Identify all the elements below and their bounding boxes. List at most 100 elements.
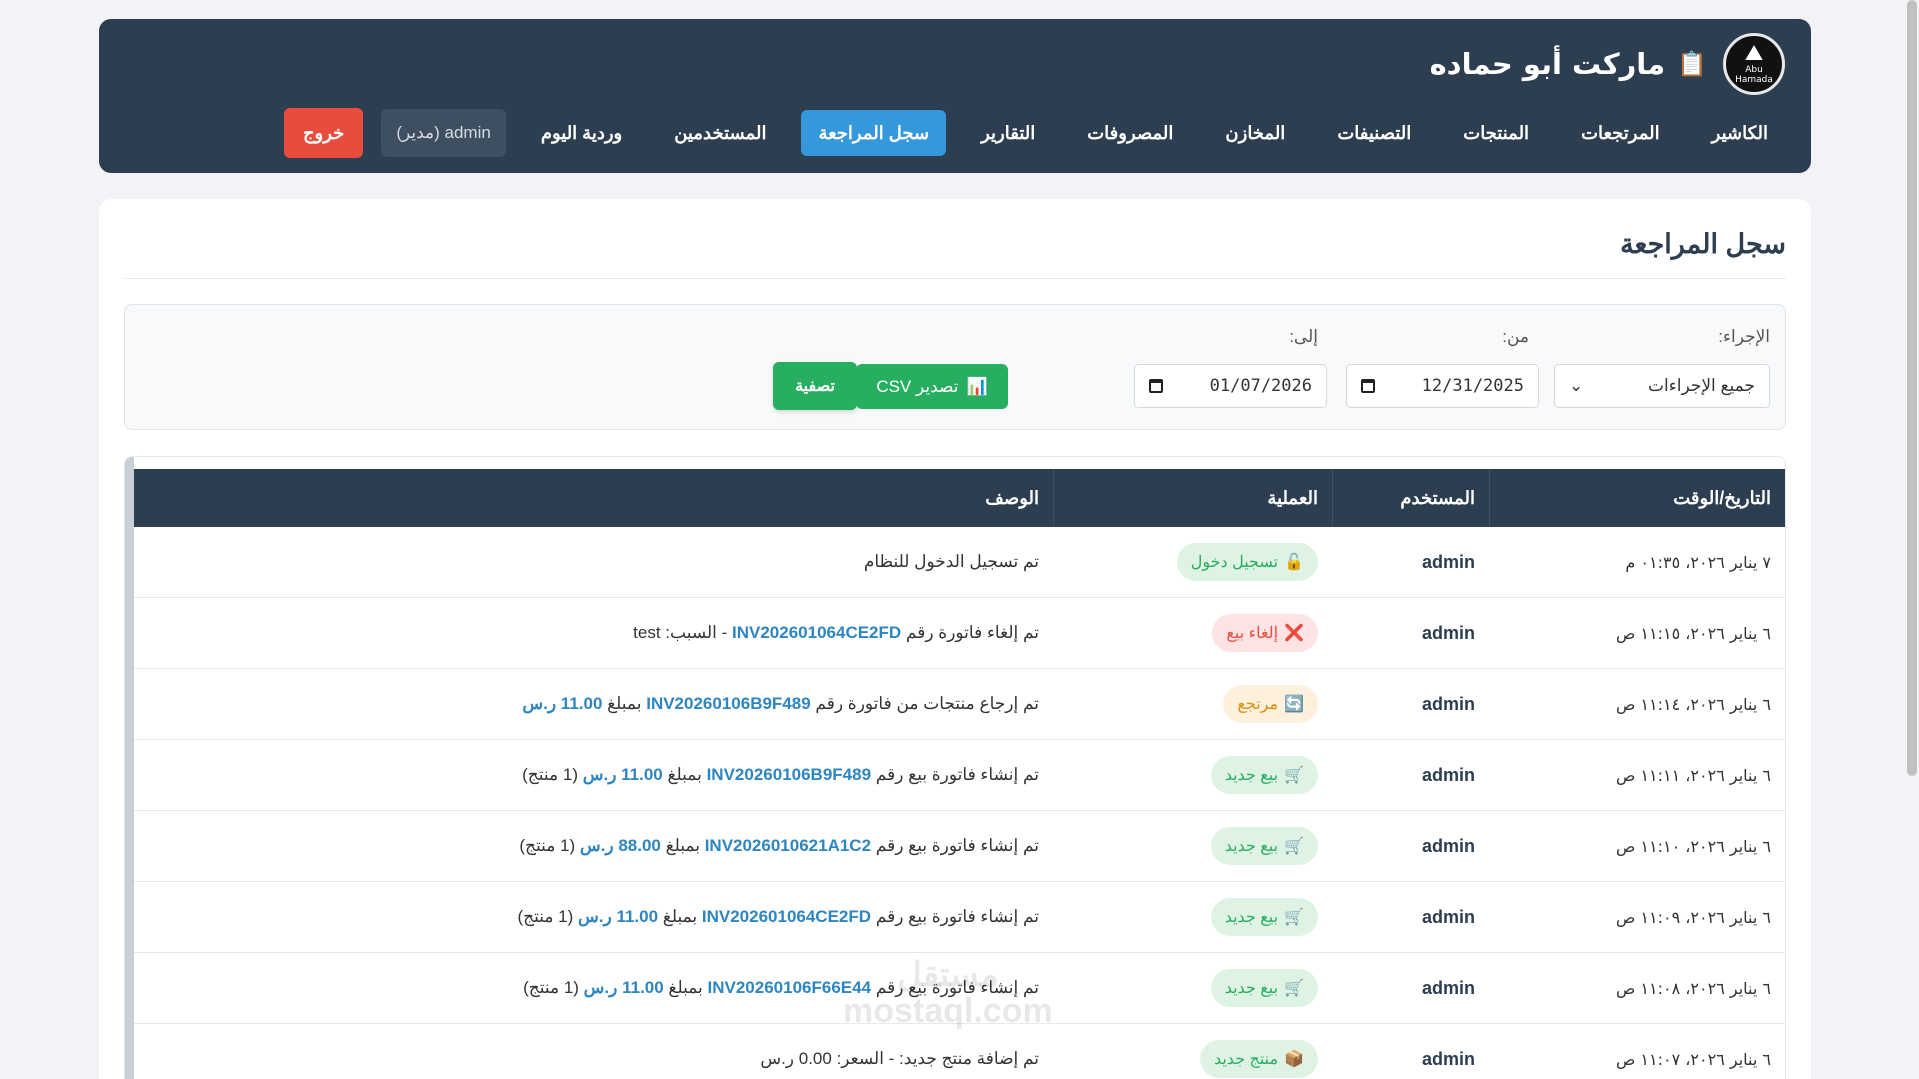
cart-icon: 🛒 [1284, 838, 1304, 855]
description-highlight[interactable]: 11.00 ر.س [583, 765, 663, 785]
cell-datetime: ٦ يناير ٢٠٢٦، ١١:١٥ ص [1615, 623, 1771, 643]
cell-user: admin [1421, 1048, 1475, 1069]
calendar-icon[interactable] [1149, 379, 1163, 393]
logo-emblem-icon: ⛰ [1744, 41, 1764, 67]
cell-action: ❌ إلغاء بيع [1053, 598, 1332, 668]
description-highlight[interactable]: INV20260106B9F489 [707, 765, 871, 785]
header-description[interactable]: الوصف [134, 469, 1053, 527]
audit-log-card: سجل المراجعة الإجراء: جميع الإجراءات ⌄ م… [99, 199, 1811, 1079]
calendar-icon[interactable] [1361, 379, 1375, 393]
page-scrollbar[interactable] [1907, 0, 1917, 776]
action-badge: 🛒 بيع جديد [1210, 827, 1318, 865]
cell-action: 🔓 تسجيل دخول [1053, 527, 1332, 597]
action-filter-select[interactable]: جميع الإجراءات ⌄ [1554, 364, 1770, 408]
table-row[interactable]: ٦ يناير ٢٠٢٦، ١١:١٠ ص admin 🛒 بيع جديد تم إن… [134, 811, 1785, 882]
action-filter-value: جميع الإجراءات [1648, 376, 1755, 395]
action-badge-label: تسجيل دخول [1190, 554, 1279, 571]
cell-description: تم إنشاء فاتورة بيع رقم INV20260106B9F48… [134, 740, 1053, 810]
description-highlight[interactable]: INV2026010621A1C2 [705, 836, 871, 856]
divider [124, 278, 1786, 279]
to-date-input[interactable]: 01/07/2026 [1134, 364, 1327, 408]
description-highlight[interactable]: INV20260106B9F489 [646, 694, 810, 714]
filter-button[interactable]: تصفية [773, 362, 857, 410]
nav-item-reports[interactable]: التقارير [964, 110, 1052, 156]
header-datetime[interactable]: التاريخ/الوقت [1489, 469, 1785, 527]
description-text: تم تسجيل الدخول للنظام [863, 552, 1039, 571]
description-text: تم إنشاء فاتورة بيع رقم [871, 765, 1039, 784]
nav-item-warehouses[interactable]: المخازن [1208, 110, 1302, 156]
description-text: تم إلغاء فاتورة رقم [901, 623, 1039, 642]
nav-item-expenses[interactable]: المصروفات [1070, 110, 1190, 156]
app-title: ماركت أبو حماده [1429, 47, 1666, 81]
cart-icon: 🛒 [1284, 980, 1304, 997]
description-text: - السبب: test [633, 623, 733, 642]
action-badge-label: بيع جديد [1224, 838, 1279, 855]
description-text: بمبلغ [658, 907, 702, 926]
table-header: التاريخ/الوقت المستخدم العملية الوصف [134, 469, 1785, 527]
brand: ⛰ Abu Hamada 📋 ماركت أبو حماده [1430, 33, 1785, 95]
chevron-down-icon: ⌄ [1569, 376, 1584, 395]
cell-datetime: ٦ يناير ٢٠٢٦، ١١:٠٩ ص [1615, 907, 1771, 927]
filter-panel: الإجراء: جميع الإجراءات ⌄ من: 12/31/2025… [124, 304, 1786, 430]
cell-user: admin [1421, 622, 1475, 643]
nav-item-audit-log[interactable]: سجل المراجعة [801, 110, 947, 156]
cell-action: 🛒 بيع جديد [1053, 882, 1332, 952]
cell-action: 🛒 بيع جديد [1053, 811, 1332, 881]
cell-description: تم تسجيل الدخول للنظام [134, 527, 1053, 597]
cell-action: 🛒 بيع جديد [1053, 953, 1332, 1023]
nav-item-cashier[interactable]: الكاشير [1695, 110, 1785, 156]
description-highlight[interactable]: INV202601064CE2FD [702, 907, 871, 927]
description-text: (1 منتج) [523, 978, 584, 997]
table-row[interactable]: ٦ يناير ٢٠٢٦، ١١:١١ ص admin 🛒 بيع جديد تم إن… [134, 740, 1785, 811]
package-icon: 📦 [1284, 1051, 1304, 1068]
table-row[interactable]: ٦ يناير ٢٠٢٦، ١١:٠٧ ص admin 📦 منتج جديد تم إ… [134, 1024, 1785, 1079]
cell-datetime: ٦ يناير ٢٠٢٦، ١١:١٤ ص [1615, 694, 1771, 714]
cell-datetime: ٦ يناير ٢٠٢٦، ١١:٠٧ ص [1615, 1049, 1771, 1069]
action-badge-label: بيع جديد [1224, 909, 1279, 926]
chart-icon: 📊 [966, 376, 988, 396]
cart-icon: 🛒 [1284, 767, 1304, 784]
description-text: بمبلغ [660, 836, 705, 855]
nav-item-today-shift[interactable]: وردية اليوم [524, 110, 639, 156]
clipboard-icon: 📋 [1677, 50, 1707, 78]
table-row[interactable]: ٦ يناير ٢٠٢٦، ١١:٠٩ ص admin 🛒 بيع جديد تم إن… [134, 882, 1785, 953]
description-highlight[interactable]: 11.00 ر.س [522, 694, 602, 714]
header-user[interactable]: المستخدم [1332, 469, 1489, 527]
description-highlight[interactable]: 11.00 ر.س [578, 907, 658, 927]
cell-description: تم إنشاء فاتورة بيع رقم INV2026010621A1C… [134, 811, 1053, 881]
from-date-input[interactable]: 12/31/2025 [1346, 364, 1539, 408]
header-action[interactable]: العملية [1053, 469, 1332, 527]
action-badge-label: إلغاء بيع [1226, 625, 1279, 642]
description-text: تم إنشاء فاتورة بيع رقم [871, 836, 1039, 855]
table-row[interactable]: ٦ يناير ٢٠٢٦، ١١:١٥ ص admin ❌ إلغاء بيع تم إ… [134, 598, 1785, 669]
store-logo[interactable]: ⛰ Abu Hamada [1723, 33, 1785, 95]
cell-user: admin [1421, 906, 1475, 927]
cell-user: admin [1421, 693, 1475, 714]
description-highlight[interactable]: INV202601064CE2FD [732, 623, 901, 643]
nav-item-users[interactable]: المستخدمين [657, 110, 783, 156]
from-date-label: من: [1502, 327, 1529, 346]
description-text: بمبلغ [602, 694, 647, 713]
cell-datetime: ٦ يناير ٢٠٢٦، ١١:١١ ص [1615, 765, 1771, 785]
cross-icon: ❌ [1284, 625, 1304, 642]
logout-button[interactable]: خروج [283, 108, 364, 158]
nav-item-categories[interactable]: التصنيفات [1320, 110, 1428, 156]
table-row[interactable]: ٧ يناير ٢٠٢٦، ٠١:٣٥ م admin 🔓 تسجيل دخول تم … [134, 527, 1785, 598]
description-text: تم إنشاء فاتورة بيع رقم [871, 907, 1039, 926]
cell-description: تم إضافة منتج جديد: - السعر: 0.00 ر.س [134, 1024, 1053, 1079]
action-badge-label: بيع جديد [1224, 767, 1279, 784]
watermark-line-1: مستقل [896, 956, 999, 994]
description-text: تم إرجاع منتجات من فاتورة رقم [810, 694, 1039, 713]
cell-user: admin [1421, 835, 1475, 856]
cell-user: admin [1421, 764, 1475, 785]
description-text: بمبلغ [663, 978, 708, 997]
description-highlight[interactable]: 88.00 ر.س [580, 836, 661, 856]
nav-item-returns[interactable]: المرتجعات [1564, 110, 1677, 156]
nav-item-products[interactable]: المنتجات [1446, 110, 1546, 156]
table-row[interactable]: ٦ يناير ٢٠٢٦، ١١:١٤ ص admin 🔄 مرتجع تم إرجاع… [134, 669, 1785, 740]
cell-datetime: ٧ يناير ٢٠٢٦، ٠١:٣٥ م [1625, 552, 1771, 572]
export-csv-button[interactable]: 📊 تصدير CSV [856, 364, 1008, 409]
current-user-pill[interactable]: admin (مدير) [381, 109, 506, 157]
watermark-line-2: mostaql.com [843, 991, 1053, 1030]
description-highlight[interactable]: 11.00 ر.س [584, 978, 664, 998]
